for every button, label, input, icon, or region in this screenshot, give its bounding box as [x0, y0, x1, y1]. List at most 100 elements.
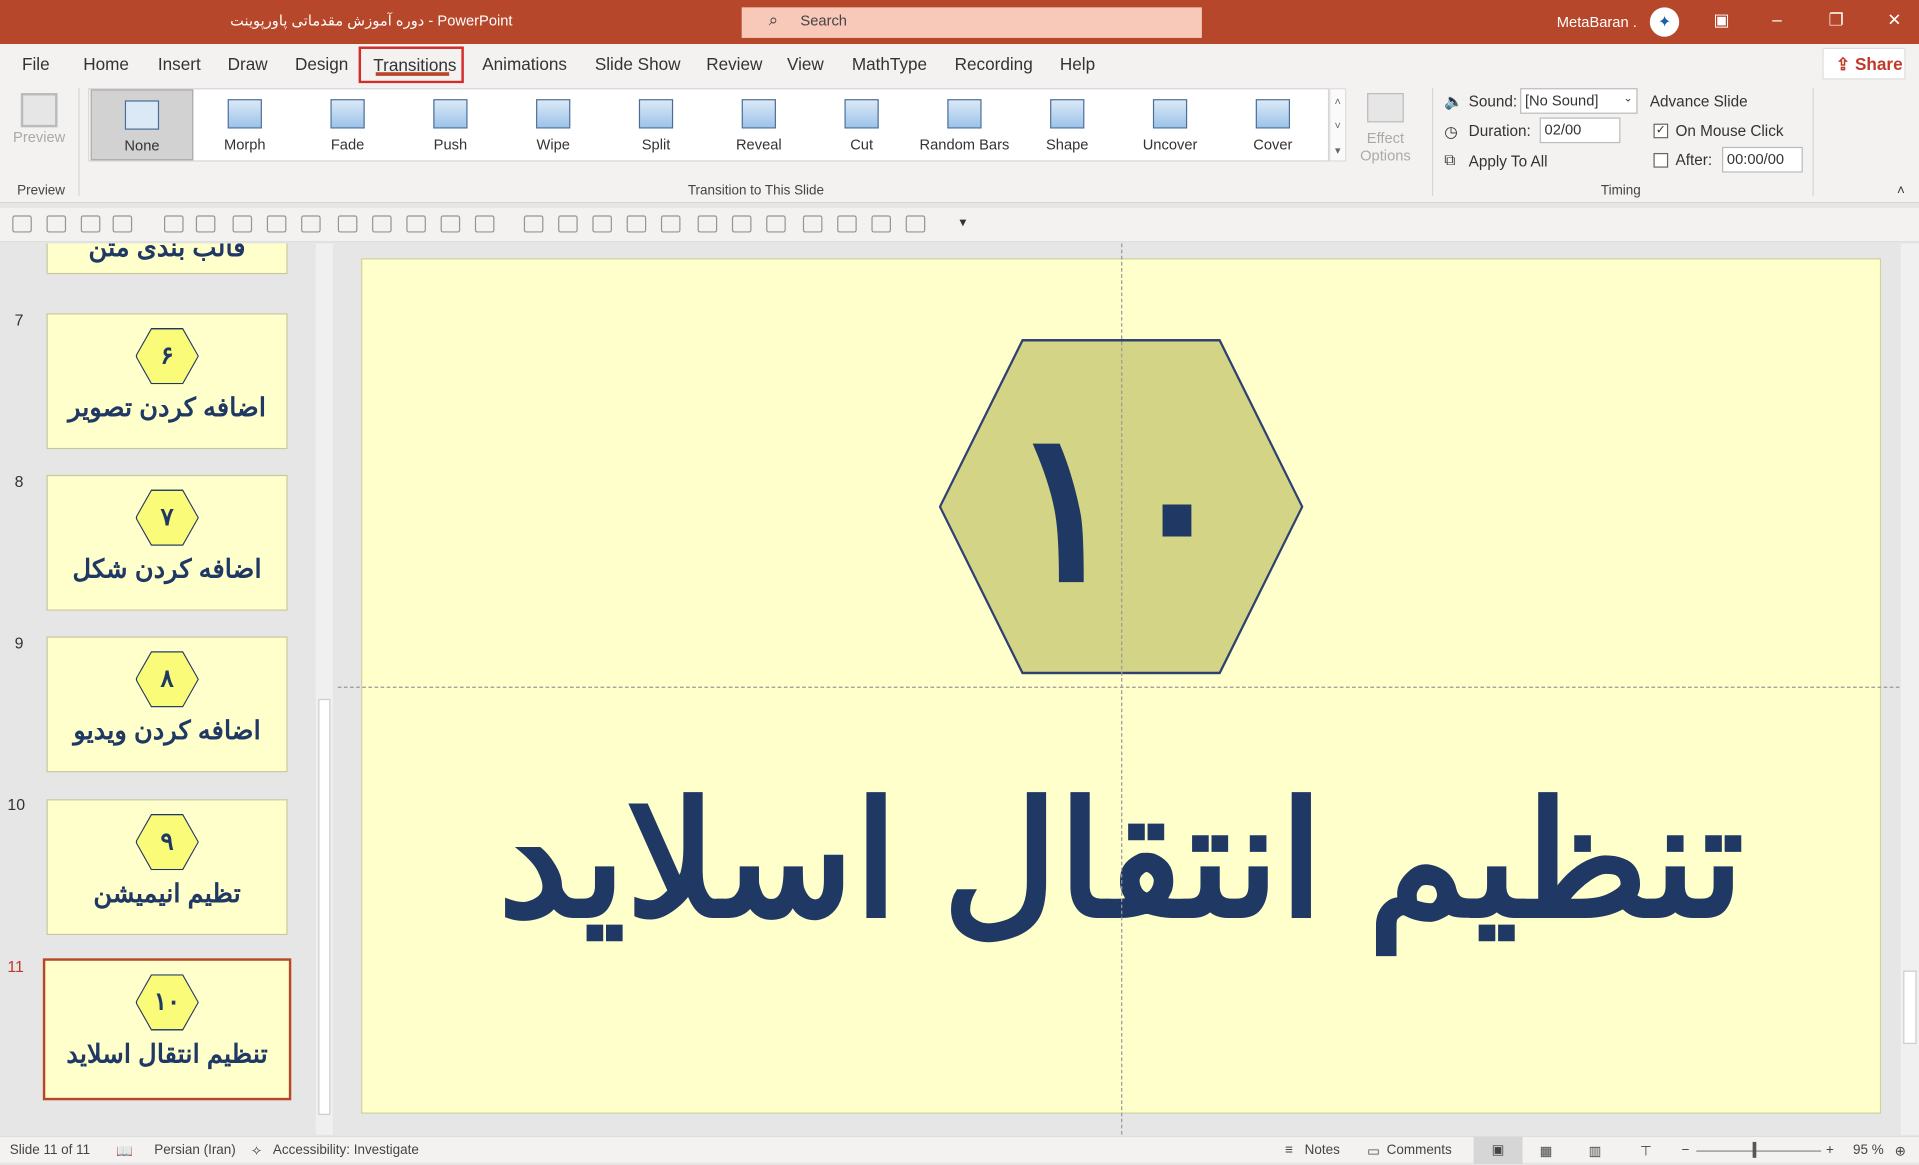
transition-reveal[interactable]: Reveal — [707, 89, 810, 160]
transition-none[interactable]: None — [90, 89, 194, 161]
duration-spinner[interactable]: 02/00 — [1539, 117, 1621, 144]
toolbar-icon[interactable] — [232, 215, 253, 233]
zoom-slider-thumb[interactable] — [1752, 1141, 1757, 1158]
toolbar-icon[interactable] — [266, 215, 287, 233]
toolbar-icon[interactable] — [406, 215, 426, 233]
normal-view-icon[interactable]: ▣ — [1473, 1137, 1523, 1164]
transition-cut[interactable]: Cut — [810, 89, 913, 160]
transition-split[interactable]: Split — [605, 89, 708, 160]
transition-cover[interactable]: Cover — [1221, 89, 1324, 160]
tab-home[interactable]: Home — [83, 54, 129, 74]
toolbar-icon[interactable] — [871, 215, 891, 233]
on-mouse-click-checkbox[interactable]: ✓ — [1653, 123, 1669, 139]
tab-recording[interactable]: Recording — [955, 54, 1033, 74]
toolbar-icon[interactable] — [474, 215, 495, 233]
toolbar-icon[interactable] — [626, 215, 647, 233]
tab-animations[interactable]: Animations — [482, 54, 567, 74]
fit-to-window-icon[interactable]: ⊕ — [1895, 1143, 1906, 1159]
zoom-slider[interactable] — [1696, 1150, 1822, 1152]
toolbar-icon[interactable] — [337, 215, 358, 233]
scroll-thumb[interactable] — [318, 698, 331, 1115]
slideshow-icon[interactable]: ⊤ — [1640, 1143, 1652, 1159]
tab-view[interactable]: View — [787, 54, 824, 74]
after-spinner[interactable]: 00:00/00 — [1722, 146, 1803, 173]
toolbar-icon[interactable] — [766, 215, 786, 233]
preview-button[interactable]: Preview — [12, 93, 66, 146]
reading-view-icon[interactable]: ▥ — [1589, 1143, 1602, 1159]
avatar[interactable]: ✦ — [1649, 7, 1680, 37]
transition-push[interactable]: Push — [399, 89, 502, 160]
zoom-level[interactable]: 95 % — [1853, 1143, 1884, 1158]
effect-options-icon — [1367, 93, 1404, 123]
slide-thumbnail-11[interactable]: ۱۰ تنظیم انتقال اسلاید — [42, 958, 292, 1101]
slide-scrollbar[interactable] — [1900, 243, 1919, 1135]
tab-draw[interactable]: Draw — [228, 54, 268, 74]
toolbar-icon[interactable] — [523, 215, 544, 233]
minimize-icon[interactable]: – — [1772, 10, 1782, 30]
toolbar-icon[interactable] — [802, 215, 823, 233]
tab-transitions[interactable]: Transitions — [358, 46, 464, 84]
transition-fade[interactable]: Fade — [296, 89, 399, 160]
language-indicator[interactable]: Persian (Iran) — [154, 1143, 236, 1158]
slide-thumbnail-9[interactable]: ۸ اضافه کردن ویدیو — [46, 636, 288, 773]
toolbar-icon[interactable] — [731, 215, 752, 233]
tab-insert[interactable]: Insert — [158, 54, 201, 74]
toolbar-icon[interactable] — [660, 215, 681, 233]
after-checkbox[interactable] — [1653, 152, 1669, 168]
tab-file[interactable]: File — [22, 54, 50, 74]
spelling-icon[interactable]: 📖 — [116, 1143, 133, 1159]
toolbar-icon[interactable] — [12, 215, 32, 233]
user-name[interactable]: MetaBaran . — [1557, 13, 1637, 30]
toolbar-icon[interactable] — [80, 215, 101, 233]
tab-slide-show[interactable]: Slide Show — [595, 54, 681, 74]
transition-shape[interactable]: Shape — [1016, 89, 1119, 160]
slide-thumbnail-10[interactable]: ۹ تظیم انیمیشن — [46, 799, 288, 936]
tab-help[interactable]: Help — [1060, 54, 1095, 74]
toolbar-icon[interactable] — [697, 215, 718, 233]
slide-thumbnail-6[interactable]: قالب بندی متن — [46, 243, 288, 275]
transition-morph[interactable]: Morph — [193, 89, 296, 160]
ribbon-display-icon[interactable]: ▣ — [1713, 10, 1729, 31]
transition-uncover[interactable]: Uncover — [1119, 89, 1222, 160]
toolbar-icon[interactable] — [440, 215, 461, 233]
transition-random-bars[interactable]: Random Bars — [913, 89, 1016, 160]
toolbar-icon[interactable] — [372, 215, 392, 233]
accessibility-button[interactable]: Accessibility: Investigate — [273, 1143, 419, 1158]
toolbar-icon[interactable] — [112, 215, 133, 233]
apply-to-all-button[interactable]: Apply To All — [1469, 153, 1548, 170]
customize-toolbar-icon[interactable]: ▾ — [960, 214, 967, 230]
tab-design[interactable]: Design — [295, 54, 348, 74]
close-icon[interactable]: ✕ — [1887, 10, 1901, 31]
tab-review[interactable]: Review — [706, 54, 762, 74]
slide-sorter-icon[interactable]: ▦ — [1540, 1143, 1553, 1159]
thumbnail-title: اضافه کردن ویدیو — [73, 717, 261, 746]
restore-icon[interactable]: ❐ — [1829, 10, 1844, 31]
zoom-in-button[interactable]: + — [1826, 1143, 1834, 1158]
toolbar-icon[interactable] — [837, 215, 857, 233]
toolbar-icon[interactable] — [301, 215, 321, 233]
toolbar-icon[interactable] — [46, 215, 67, 233]
slide-thumbnail-7[interactable]: ۶ اضافه کردن تصویر — [46, 313, 288, 450]
quick-access-toolbar: ▾ — [0, 208, 1919, 243]
zoom-out-button[interactable]: − — [1682, 1143, 1690, 1158]
notes-button[interactable]: Notes — [1305, 1143, 1340, 1158]
toolbar-icon[interactable] — [195, 215, 216, 233]
tab-mathtype[interactable]: MathType — [852, 54, 927, 74]
horizontal-guide[interactable] — [337, 686, 1900, 688]
toolbar-icon[interactable] — [592, 215, 612, 233]
slide-thumbnail-8[interactable]: ۷ اضافه کردن شکل — [46, 474, 288, 611]
search-box[interactable]: ⌕ Search — [741, 7, 1202, 38]
collapse-ribbon-icon[interactable]: ˄ — [1897, 184, 1905, 199]
toolbar-icon[interactable] — [164, 215, 184, 233]
share-button[interactable]: ⇪ Share — [1822, 47, 1906, 80]
comments-button[interactable]: Comments — [1387, 1143, 1452, 1158]
toolbar-icon[interactable] — [558, 215, 578, 233]
thumbnail-scrollbar[interactable] — [315, 243, 333, 1135]
transition-wipe[interactable]: Wipe — [502, 89, 605, 160]
scroll-thumb[interactable] — [1903, 970, 1917, 1044]
sound-dropdown[interactable]: [No Sound] ⌄ — [1520, 88, 1638, 114]
gallery-scroll[interactable]: ˄ ˅ ▾ — [1329, 88, 1347, 162]
vertical-guide[interactable] — [1121, 243, 1123, 1135]
effect-options-button[interactable]: Effect Options — [1351, 93, 1420, 164]
toolbar-icon[interactable] — [905, 215, 926, 233]
